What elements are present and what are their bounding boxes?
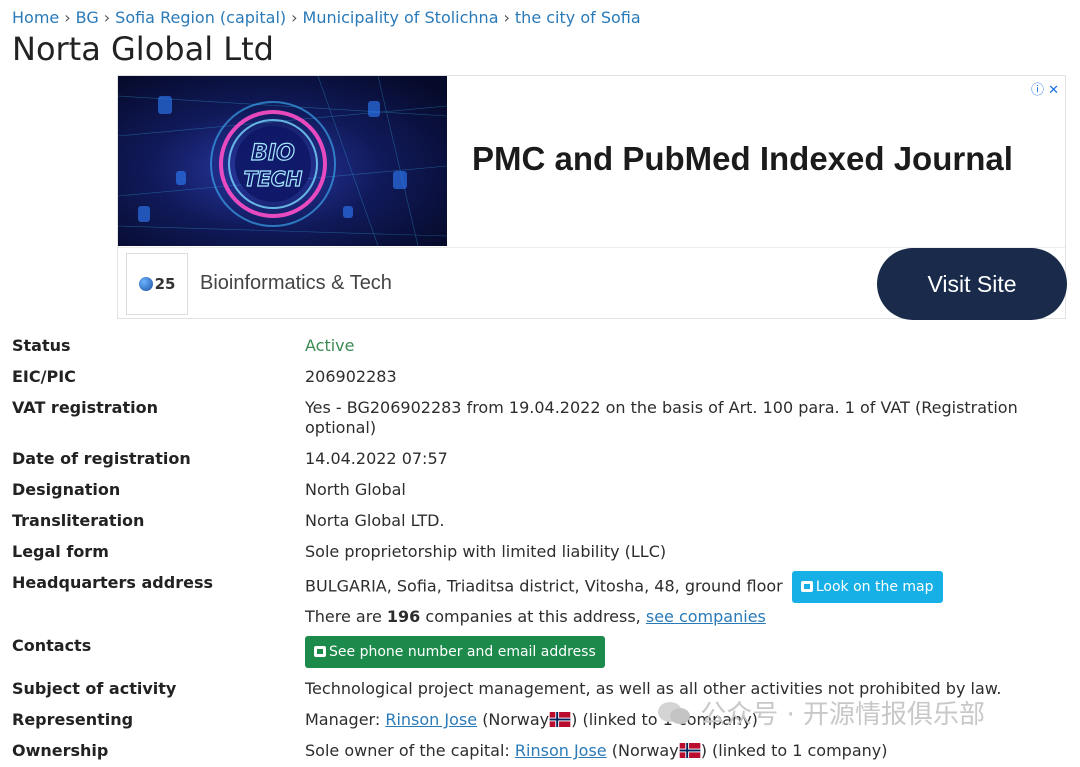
status-value: Active xyxy=(305,336,355,355)
breadcrumb: Home › BG › Sofia Region (capital) › Municipal… xyxy=(12,8,641,27)
see-contacts-label: See phone number and email address xyxy=(329,644,596,660)
ad-image[interactable]: BIO TECH xyxy=(118,76,447,246)
watermark-text: 公众号 · 开源情报俱乐部 xyxy=(700,700,986,730)
breadcrumb-region-link[interactable]: Sofia Region (capital) xyxy=(115,8,286,27)
info-row-status: Status Active xyxy=(12,331,1072,362)
watermark: 公众号 · 开源情报俱乐部 xyxy=(656,694,985,731)
see-companies-link[interactable]: see companies xyxy=(646,607,766,626)
info-row-vat: VAT registration Yes - BG206902283 from … xyxy=(12,393,1072,444)
visit-site-button[interactable]: Visit Site xyxy=(877,248,1067,320)
norway-flag-icon xyxy=(679,743,700,758)
representing-country: (Norway xyxy=(482,710,550,729)
headquarters-label: Headquarters address xyxy=(12,573,213,592)
info-row-ownership: Ownership Sole owner of the capital: Rin… xyxy=(12,736,1072,767)
companies-suffix: companies at this address, xyxy=(425,607,641,626)
breadcrumb-separator: › xyxy=(64,8,71,27)
ownership-value: Sole owner of the capital: Rinson Jose (… xyxy=(305,741,887,761)
status-label: Status xyxy=(12,336,71,355)
ownership-label: Ownership xyxy=(12,741,109,760)
look-on-map-button[interactable]: Look on the map xyxy=(791,571,943,603)
registration-date-label: Date of registration xyxy=(12,449,191,468)
contacts-label: Contacts xyxy=(12,636,92,655)
norway-flag-icon xyxy=(549,712,571,727)
headquarters-value: BULGARIA, Sofia, Triaditsa district, Vit… xyxy=(305,571,943,627)
breadcrumb-separator: › xyxy=(291,8,298,27)
info-row-eic: EIC/PIC 206902283 xyxy=(12,362,1072,393)
legal-form-value: Sole proprietorship with limited liabili… xyxy=(305,542,667,561)
ownership-person-link[interactable]: Rinson Jose xyxy=(515,741,607,760)
companies-count: 196 xyxy=(386,607,421,626)
registration-date-value: 14.04.2022 07:57 xyxy=(305,449,448,468)
representing-role: Manager: xyxy=(305,710,381,729)
ad-headline[interactable]: PMC and PubMed Indexed Journal xyxy=(472,140,1013,178)
map-icon xyxy=(800,581,813,592)
subject-label: Subject of activity xyxy=(12,679,177,698)
advertisement-banner[interactable]: BIO TECH ⓘ ✕ PMC and PubMed Indexed Jour… xyxy=(117,75,1067,320)
ownership-role: Sole owner of the capital: xyxy=(305,741,510,760)
designation-value: North Global xyxy=(305,480,406,499)
vat-label: VAT registration xyxy=(12,398,158,417)
ownership-suffix: ) (linked to 1 company) xyxy=(700,741,888,760)
ad-logo[interactable]: 25 xyxy=(126,253,188,315)
breadcrumb-separator: › xyxy=(103,8,111,27)
eic-value: 206902283 xyxy=(305,367,397,386)
contacts-value: See phone number and email address xyxy=(305,636,605,668)
headquarters-address: BULGARIA, Sofia, Triaditsa district, Vit… xyxy=(305,576,783,596)
breadcrumb-separator: › xyxy=(503,8,510,27)
breadcrumb-bg-link[interactable]: BG xyxy=(76,8,99,27)
representing-label: Representing xyxy=(12,710,134,729)
info-row-contacts: Contacts See phone number and email addr… xyxy=(12,627,1072,674)
info-row-legal-form: Legal form Sole proprietorship with limi… xyxy=(12,537,1072,568)
info-row-headquarters: Headquarters address BULGARIA, Sofia, Tr… xyxy=(12,568,1072,627)
breadcrumb-home-link[interactable]: Home xyxy=(12,8,59,27)
page-title: Norta Global Ltd xyxy=(12,30,274,68)
transliteration-value: Norta Global LTD. xyxy=(305,511,445,530)
svg-text:TECH: TECH xyxy=(244,167,303,191)
info-row-date: Date of registration 14.04.2022 07:57 xyxy=(12,444,1072,475)
info-row-designation: Designation North Global xyxy=(12,475,1072,506)
legal-form-label: Legal form xyxy=(12,542,109,561)
ad-brand-name[interactable]: Bioinformatics & Tech xyxy=(200,272,392,295)
eic-label: EIC/PIC xyxy=(12,367,76,386)
designation-label: Designation xyxy=(12,480,121,499)
vat-value: Yes - BG206902283 from 19.04.2022 on the… xyxy=(305,398,1018,437)
phone-icon xyxy=(314,646,326,657)
see-contacts-button[interactable]: See phone number and email address xyxy=(305,636,605,668)
look-on-map-label: Look on the map xyxy=(815,579,934,595)
breadcrumb-municipality-link[interactable]: Municipality of Stolichna xyxy=(303,8,499,27)
ad-logo-number: 25 xyxy=(154,275,176,293)
ad-image-text: BIO xyxy=(251,141,295,166)
companies-at-address: There are 196 companies at this address,… xyxy=(305,607,943,627)
breadcrumb-city-link[interactable]: the city of Sofia xyxy=(515,8,641,27)
ad-choices-icon[interactable]: ⓘ ✕ xyxy=(1031,79,1059,98)
globe-icon xyxy=(138,277,153,291)
transliteration-label: Transliteration xyxy=(12,511,145,530)
wechat-icon xyxy=(658,702,690,724)
info-row-transliteration: Transliteration Norta Global LTD. xyxy=(12,506,1072,537)
ownership-country: (Norway xyxy=(611,741,679,760)
companies-prefix: There are xyxy=(305,607,382,626)
biotech-graphic: BIO TECH xyxy=(118,76,447,246)
representing-person-link[interactable]: Rinson Jose xyxy=(385,710,477,729)
